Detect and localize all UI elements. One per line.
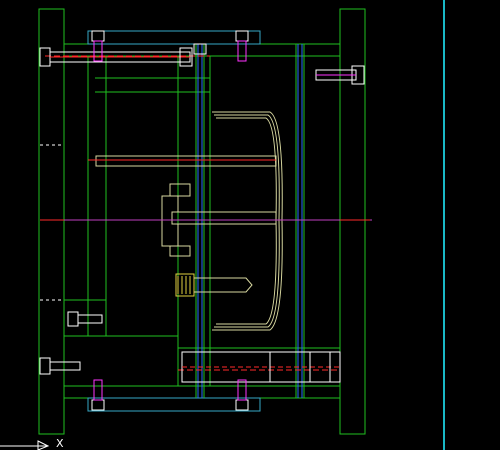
ucs-x-label: X xyxy=(56,437,64,450)
cad-drawing-canvas[interactable] xyxy=(0,0,500,450)
